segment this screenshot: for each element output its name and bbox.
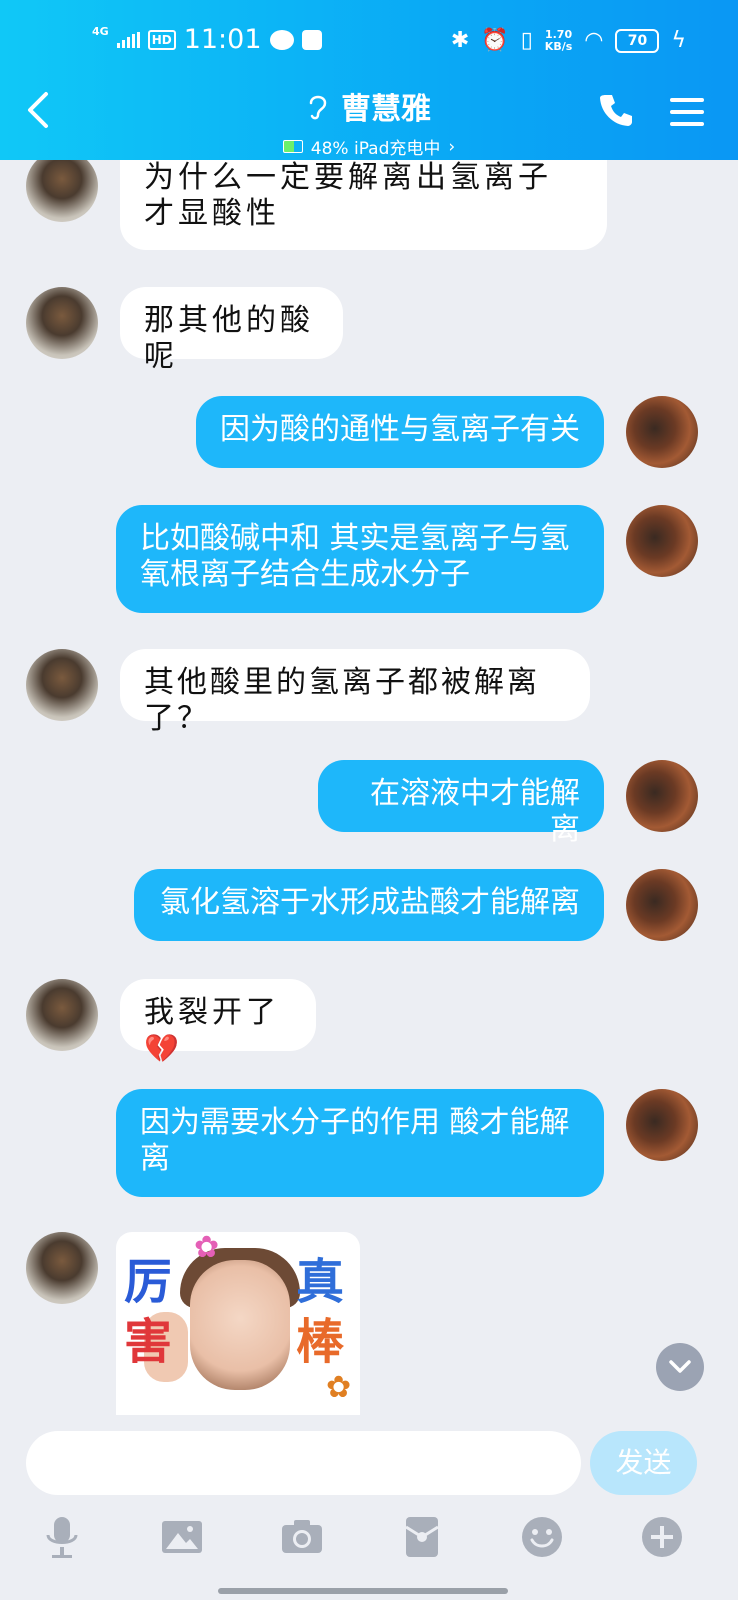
red-packet-icon[interactable] — [398, 1513, 446, 1561]
message-input[interactable] — [26, 1431, 581, 1495]
message-text: 我裂开了 — [144, 995, 280, 1030]
sticker-image[interactable]: 厉 害 真 棒 ✿ ✿ — [116, 1232, 360, 1415]
contact-avatar[interactable] — [26, 979, 98, 1051]
image-icon[interactable] — [158, 1513, 206, 1561]
butterfly-icon: ✿ — [194, 1232, 220, 1265]
my-avatar[interactable] — [626, 396, 698, 468]
sticker-face — [190, 1260, 290, 1390]
wifi-icon: ◠ — [584, 28, 604, 53]
contact-avatar[interactable] — [26, 649, 98, 721]
plus-icon[interactable] — [638, 1513, 686, 1561]
device-status[interactable]: 48% iPad充电中 › — [282, 134, 456, 159]
incoming-message[interactable]: 我裂开了💔 — [120, 979, 316, 1065]
speed-unit: KB/s — [544, 39, 573, 53]
sticker-char: 害 — [124, 1314, 173, 1370]
incoming-message[interactable]: 那其他的酸呢 — [120, 287, 343, 374]
outgoing-message[interactable]: 氯化氢溶于水形成盐酸才能解离 — [134, 869, 604, 941]
outgoing-message[interactable]: 因为酸的通性与氢离子有关 — [196, 396, 604, 468]
outgoing-message[interactable]: 在溶液中才能解离 — [318, 760, 604, 847]
butterfly-icon: ✿ — [326, 1370, 352, 1405]
contact-name: 曹慧雅 — [341, 92, 431, 127]
emoji-icon[interactable] — [518, 1513, 566, 1561]
status-bar: 4G HD 11:01 ✱ ⏰ ▯ 1.70 KB/s ◠ 70 ϟ — [0, 20, 738, 60]
home-indicator[interactable] — [218, 1588, 508, 1594]
outgoing-message[interactable]: 比如酸碱中和 其实是氢离子与氢氧根离子结合生成水分子 — [116, 505, 604, 613]
clock: 11:01 — [183, 24, 262, 55]
header: 4G HD 11:01 ✱ ⏰ ▯ 1.70 KB/s ◠ 70 ϟ 曹慧雅 4… — [0, 0, 738, 160]
app-notification-icon — [301, 29, 322, 50]
device-status-text: 48% iPad充电中 — [310, 139, 441, 159]
alarm-icon: ⏰ — [481, 28, 509, 53]
my-avatar[interactable] — [626, 869, 698, 941]
my-avatar[interactable] — [626, 1089, 698, 1161]
incoming-message[interactable]: 其他酸里的氢离子都被解离了？ — [120, 649, 590, 736]
battery-indicator: 70 — [615, 28, 660, 53]
phone-icon[interactable] — [598, 92, 638, 132]
outgoing-message[interactable]: 因为需要水分子的作用 酸才能解离 — [116, 1089, 604, 1197]
send-button[interactable]: 发送 — [590, 1431, 697, 1495]
my-avatar[interactable] — [626, 760, 698, 832]
network-speed: 1.70 KB/s — [544, 28, 573, 53]
chevron-right-icon: › — [448, 136, 456, 157]
contact-title[interactable]: 曹慧雅 — [307, 84, 431, 128]
chevron-down-icon — [669, 1360, 691, 1373]
sticker-char: 棒 — [296, 1314, 345, 1370]
my-avatar[interactable] — [626, 505, 698, 577]
chat-nav-bar: 曹慧雅 48% iPad充电中 › — [0, 80, 738, 159]
hd-badge: HD — [147, 29, 176, 50]
signal-icon — [116, 31, 140, 48]
charging-icon: ϟ — [671, 28, 686, 53]
input-toolbar — [0, 1505, 738, 1600]
battery-icon — [282, 140, 303, 153]
network-type: 4G — [92, 25, 109, 38]
menu-icon[interactable] — [670, 98, 704, 126]
ear-icon — [309, 95, 327, 120]
microphone-icon[interactable] — [38, 1513, 86, 1561]
contact-avatar[interactable] — [26, 1232, 98, 1304]
contact-avatar[interactable] — [26, 150, 98, 222]
message-list[interactable]: 为什么一定要解离出氢离子才显酸性 那其他的酸呢 因为酸的通性与氢离子有关 比如酸… — [0, 0, 738, 1445]
bluetooth-icon: ✱ — [450, 28, 470, 53]
contact-avatar[interactable] — [26, 287, 98, 359]
broken-heart-icon: 💔 — [144, 1032, 183, 1065]
scroll-down-button[interactable] — [656, 1343, 704, 1391]
composer: 发送 — [0, 1425, 738, 1505]
camera-icon[interactable] — [278, 1513, 326, 1561]
vibrate-icon: ▯ — [520, 28, 533, 53]
incoming-message[interactable]: 为什么一定要解离出氢离子才显酸性 — [120, 150, 607, 250]
message-notification-icon — [269, 29, 294, 50]
